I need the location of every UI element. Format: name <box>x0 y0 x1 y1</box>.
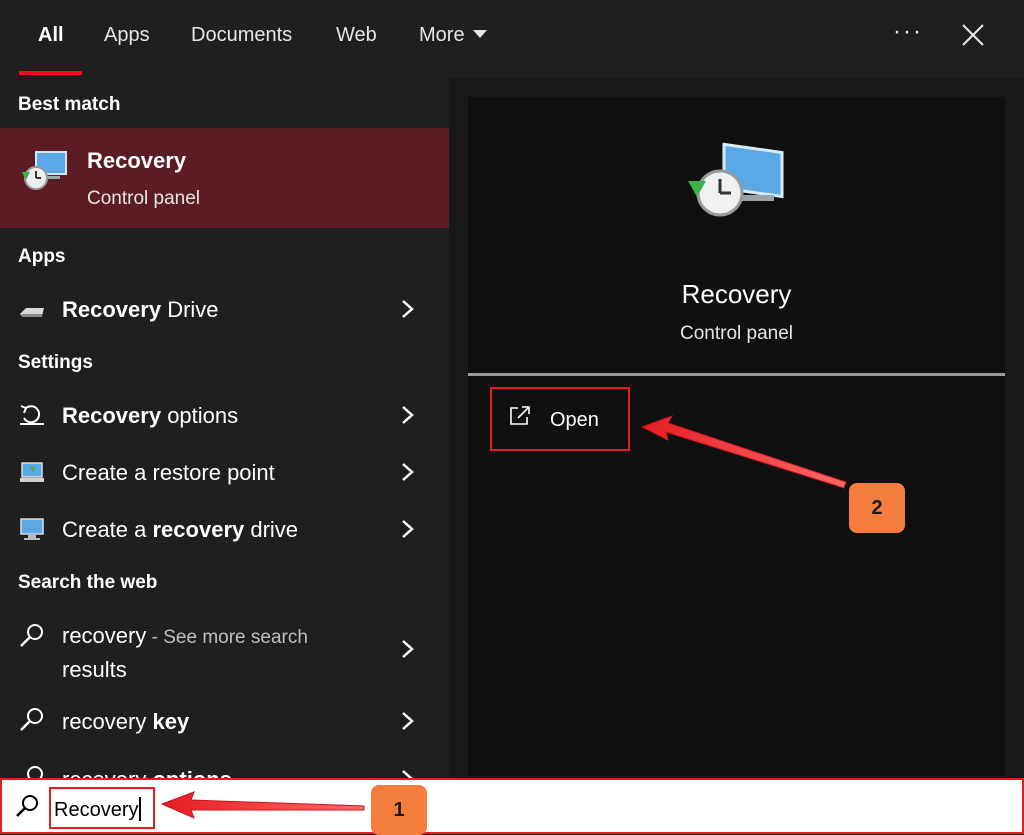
web-result-label: recovery - See more search <box>62 623 308 648</box>
step-badge-1: 1 <box>371 785 427 835</box>
search-icon <box>20 708 43 731</box>
apps-header: Apps <box>18 246 66 267</box>
open-label: Open <box>550 409 599 431</box>
caret-down-icon <box>472 30 487 38</box>
web-result-recovery-key[interactable]: recovery key <box>0 698 449 748</box>
list-item-create-restore-point[interactable]: Create a restore point <box>0 447 449 497</box>
best-match-subtitle: Control panel <box>87 188 201 209</box>
list-item-recovery-options[interactable]: Recovery options <box>0 390 449 440</box>
best-match-header: Best match <box>18 94 121 115</box>
tab-all[interactable]: All <box>38 24 64 47</box>
web-result-label: recovery key <box>62 709 190 734</box>
list-item-create-recovery-drive[interactable]: Create a recovery drive <box>0 504 449 554</box>
chevron-right-icon <box>402 406 414 424</box>
preview-title: Recovery <box>681 279 792 309</box>
chevron-right-icon <box>402 640 414 658</box>
tab-web[interactable]: Web <box>336 24 377 47</box>
recovery-options-icon <box>20 405 44 425</box>
web-result-label: recovery options <box>62 767 232 778</box>
close-icon[interactable] <box>960 22 986 48</box>
search-input[interactable]: Recovery <box>49 787 155 829</box>
search-icon <box>27 766 43 778</box>
preview-pane: Recovery Control panel Open <box>449 78 1024 778</box>
tab-documents[interactable]: Documents <box>191 24 292 47</box>
search-scope-tabs: All Apps Documents Web More ··· <box>0 0 1024 78</box>
chevron-right-icon <box>402 712 414 730</box>
text-caret <box>139 797 142 821</box>
active-tab-indicator <box>19 71 82 75</box>
list-item-recovery-drive[interactable]: Recovery Drive <box>0 284 449 334</box>
list-item-label: Recovery options <box>62 403 239 428</box>
web-result-recovery-options[interactable]: recovery options <box>0 756 449 778</box>
settings-header: Settings <box>18 352 93 373</box>
chevron-right-icon <box>402 520 414 538</box>
preview-subtitle: Control panel <box>679 323 794 344</box>
search-input-value: Recovery <box>54 797 142 822</box>
restore-point-icon <box>20 462 44 482</box>
drive-icon <box>20 308 44 317</box>
chevron-right-icon <box>402 463 414 481</box>
chevron-right-icon <box>402 300 414 318</box>
recovery-icon <box>688 142 784 217</box>
best-match-title: Recovery <box>87 148 187 173</box>
preview-card: Recovery Control panel <box>468 97 1005 375</box>
chevron-right-icon <box>402 770 413 778</box>
search-web-header: Search the web <box>18 572 158 593</box>
monitor-icon <box>20 518 44 540</box>
list-item-label: Create a restore point <box>62 460 275 485</box>
open-external-icon <box>510 406 530 425</box>
more-options-button[interactable]: ··· <box>893 18 923 46</box>
web-result-sub: results <box>62 657 127 682</box>
recovery-icon <box>22 151 67 190</box>
tab-more[interactable]: More <box>419 24 487 47</box>
web-result-recovery[interactable]: recovery - See more search results <box>0 612 449 688</box>
search-icon <box>16 795 38 817</box>
best-match-item[interactable]: Recovery Control panel <box>0 128 449 228</box>
search-icon <box>20 624 43 647</box>
search-bar: Recovery <box>0 778 1024 834</box>
tab-more-label: More <box>419 24 465 46</box>
list-item-label: Create a recovery drive <box>62 517 299 542</box>
results-list: Best match Recovery Control panel Apps R… <box>0 78 449 778</box>
tab-apps[interactable]: Apps <box>104 24 150 47</box>
open-button[interactable]: Open <box>490 387 630 451</box>
list-item-label: Recovery Drive <box>62 297 219 322</box>
step-badge-2: 2 <box>849 483 905 533</box>
